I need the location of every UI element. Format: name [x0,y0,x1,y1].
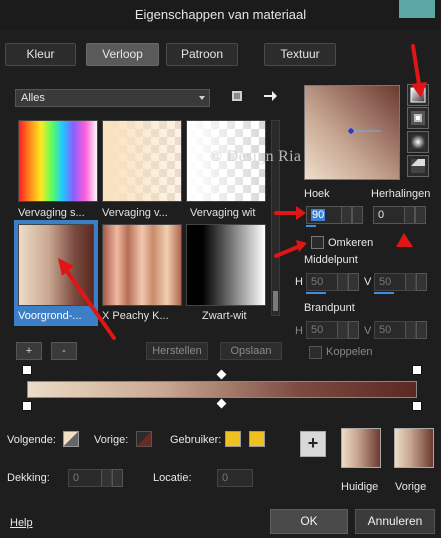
annotation-arrows [58,44,427,340]
arrow-to-selected-swatch [64,268,116,340]
arrowhead-linear-style [411,82,427,98]
arrowhead-invert [296,240,307,252]
arrowhead-angle [296,206,306,220]
arrow-to-invert [274,244,302,258]
arrowhead-repeats [396,233,413,247]
arrow-to-linear-style [411,44,421,86]
